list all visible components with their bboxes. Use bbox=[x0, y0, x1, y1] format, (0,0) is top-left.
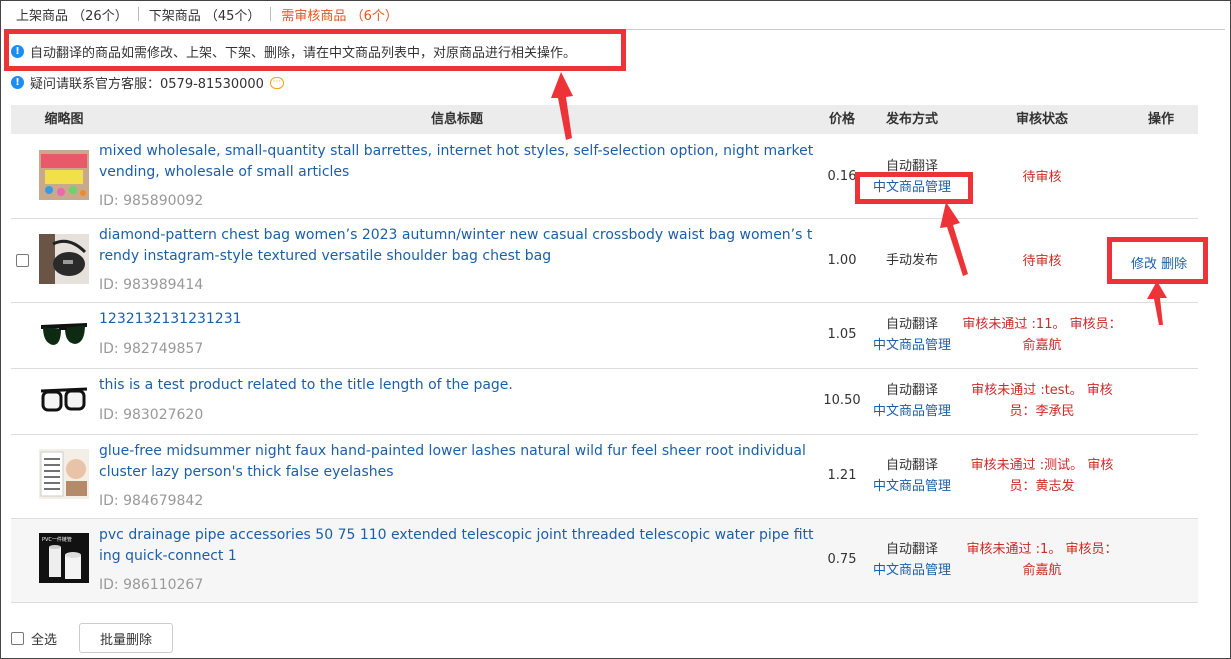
product-price: 0.75 bbox=[827, 552, 857, 567]
product-title-link[interactable]: pvc drainage pipe accessories 50 75 110 … bbox=[99, 525, 815, 567]
chinese-product-mgmt-link[interactable]: 中文商品管理 bbox=[862, 476, 962, 497]
review-status: 待审核 bbox=[1022, 170, 1062, 185]
product-price: 1.21 bbox=[827, 468, 857, 483]
publish-method: 手动发布 bbox=[862, 250, 962, 271]
product-thumbnail[interactable] bbox=[39, 150, 89, 200]
batch-delete-button[interactable]: 批量删除 bbox=[79, 623, 174, 653]
table-row: PVC一件链管 pvc drainage pipe accessories 50… bbox=[11, 519, 1198, 603]
review-status: 审核未通过 :1。 审核员：俞嘉航 bbox=[966, 542, 1118, 578]
auto-translate-notice: ! 自动翻译的商品如需修改、上架、下架、删除，请在中文商品列表中，对原商品进行相… bbox=[11, 42, 576, 61]
review-status: 待审核 bbox=[1022, 254, 1062, 269]
tab-label: 需审核商品 bbox=[281, 8, 347, 24]
table-row: this is a test product related to the ti… bbox=[11, 369, 1198, 435]
notice-text: 自动翻译的商品如需修改、上架、下架、删除，请在中文商品列表中，对原商品进行相关操… bbox=[30, 46, 577, 61]
col-publish: 发布方式 bbox=[885, 112, 938, 127]
product-id: ID: 984679842 bbox=[99, 493, 204, 509]
product-id: ID: 983989414 bbox=[99, 277, 204, 293]
select-all-checkbox[interactable] bbox=[11, 631, 24, 645]
col-thumb: 缩略图 bbox=[44, 112, 84, 127]
product-id: ID: 985890092 bbox=[99, 193, 204, 209]
product-id: ID: 986110267 bbox=[99, 577, 204, 593]
hair-accessories-image bbox=[39, 150, 89, 200]
product-thumbnail[interactable] bbox=[39, 377, 89, 427]
tab-count: （26个） bbox=[72, 8, 128, 24]
product-title-link[interactable]: this is a test product related to the ti… bbox=[99, 375, 815, 396]
info-icon: ! bbox=[11, 76, 24, 89]
review-status: 审核未通过 :测试。 审核员：黄志发 bbox=[970, 458, 1114, 494]
pvc-pipe-image: PVC一件链管 bbox=[39, 533, 89, 583]
product-price: 1.00 bbox=[827, 253, 857, 268]
tab-label: 下架商品 bbox=[148, 8, 201, 24]
table-row: mixed wholesale, small-quantity stall ba… bbox=[11, 135, 1198, 219]
row-actions: 修改 删除 bbox=[1131, 253, 1187, 272]
glasses-image bbox=[39, 377, 89, 427]
chat-icon[interactable]: ··· bbox=[269, 76, 284, 89]
tab-divider bbox=[137, 7, 139, 21]
product-id: ID: 982749857 bbox=[99, 341, 204, 357]
tab-count: （6个） bbox=[350, 8, 398, 24]
row-checkbox[interactable] bbox=[16, 254, 29, 267]
product-price: 0.16 bbox=[827, 169, 857, 184]
publish-method: 自动翻译 中文商品管理 bbox=[862, 380, 962, 422]
tab-off-shelf[interactable]: 下架商品 （45个） bbox=[149, 5, 261, 24]
product-title-link[interactable]: 1232132131231231 bbox=[99, 309, 815, 330]
publish-type: 自动翻译 bbox=[885, 458, 938, 473]
table-header: 缩略图 信息标题 价格 发布方式 审核状态 操作 bbox=[11, 105, 1198, 134]
table-row: glue-free midsummer night faux hand-pain… bbox=[11, 435, 1198, 519]
product-thumbnail[interactable]: PVC一件链管 bbox=[39, 533, 89, 583]
delete-link[interactable]: 删除 bbox=[1161, 257, 1187, 272]
select-all-label: 全选 bbox=[31, 632, 58, 648]
publish-method: 自动翻译 中文商品管理 bbox=[862, 314, 962, 356]
publish-type: 自动翻译 bbox=[885, 542, 938, 557]
publish-type: 手动发布 bbox=[885, 253, 938, 268]
publish-method: 自动翻译 中文商品管理 bbox=[862, 455, 962, 497]
tab-divider bbox=[270, 7, 272, 21]
chinese-product-mgmt-link[interactable]: 中文商品管理 bbox=[862, 401, 962, 422]
table-row: diamond-pattern chest bag women’s 2023 a… bbox=[11, 219, 1198, 303]
contact-text: 疑问请联系官方客服：0579-81530000 bbox=[30, 77, 264, 92]
contact-notice: ! 疑问请联系官方客服：0579-81530000 ··· bbox=[11, 73, 284, 92]
product-title-link[interactable]: mixed wholesale, small-quantity stall ba… bbox=[99, 141, 815, 183]
tab-on-shelf[interactable]: 上架商品 （26个） bbox=[16, 5, 128, 24]
publish-type: 自动翻译 bbox=[885, 159, 938, 174]
table-footer: 全选 批量删除 bbox=[11, 623, 174, 653]
chest-bag-image bbox=[39, 234, 89, 284]
status-tabs: 上架商品 （26个） 下架商品 （45个） 需审核商品 （6个） bbox=[16, 4, 398, 24]
product-title-link[interactable]: glue-free midsummer night faux hand-pain… bbox=[99, 441, 815, 483]
col-ops: 操作 bbox=[1147, 112, 1174, 127]
product-id: ID: 983027620 bbox=[99, 407, 204, 423]
tab-label: 上架商品 bbox=[16, 8, 69, 24]
col-title: 信息标题 bbox=[430, 112, 483, 127]
publish-type: 自动翻译 bbox=[885, 383, 938, 398]
review-status: 审核未通过 :11。 审核员：俞嘉航 bbox=[962, 317, 1122, 353]
publish-method: 自动翻译 中文商品管理 bbox=[862, 539, 962, 581]
tabs-underline bbox=[10, 29, 1225, 30]
info-icon: ! bbox=[11, 45, 24, 58]
table-row: 1232132131231231 ID: 982749857 1.05 自动翻译… bbox=[11, 303, 1198, 369]
thumb-caption: PVC一件链管 bbox=[42, 536, 72, 543]
chinese-product-mgmt-link[interactable]: 中文商品管理 bbox=[862, 560, 962, 581]
product-thumbnail[interactable] bbox=[39, 449, 89, 499]
product-thumbnail[interactable] bbox=[39, 234, 89, 284]
publish-method: 自动翻译 中文商品管理 bbox=[862, 156, 962, 198]
product-thumbnail[interactable] bbox=[39, 311, 89, 361]
product-title-link[interactable]: diamond-pattern chest bag women’s 2023 a… bbox=[99, 225, 815, 267]
eyelashes-image bbox=[39, 449, 89, 499]
product-price: 10.50 bbox=[823, 393, 861, 408]
tab-count: （45个） bbox=[204, 8, 261, 24]
review-status: 审核未通过 :test。 审核员：李承民 bbox=[971, 383, 1113, 419]
publish-type: 自动翻译 bbox=[885, 317, 938, 332]
sunglasses-image bbox=[39, 311, 89, 361]
chinese-product-mgmt-link[interactable]: 中文商品管理 bbox=[862, 177, 962, 198]
col-price: 价格 bbox=[828, 112, 855, 127]
edit-link[interactable]: 修改 bbox=[1131, 257, 1157, 272]
chinese-product-mgmt-link[interactable]: 中文商品管理 bbox=[862, 335, 962, 356]
col-status: 审核状态 bbox=[1015, 112, 1068, 127]
product-price: 1.05 bbox=[827, 327, 857, 342]
tab-pending-review[interactable]: 需审核商品 （6个） bbox=[281, 5, 397, 24]
